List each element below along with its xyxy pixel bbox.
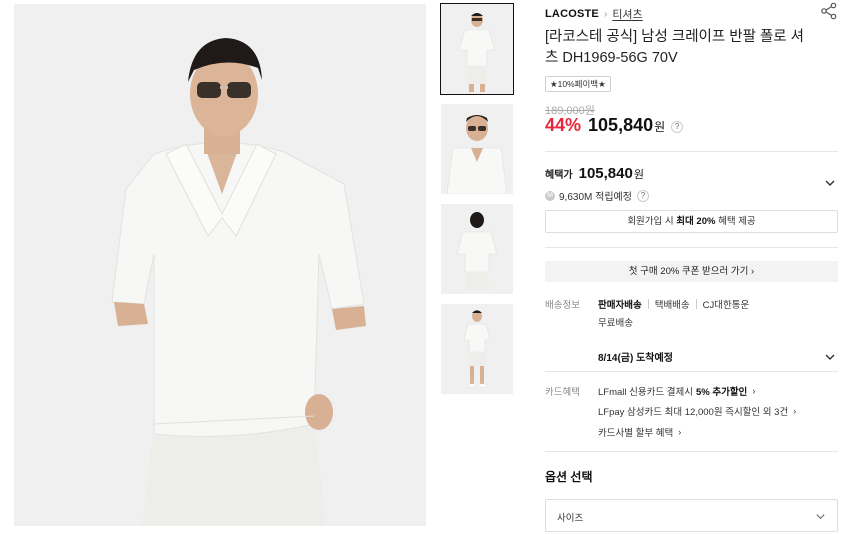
card-benefit-highlight: 5% 추가할인 xyxy=(695,387,748,398)
thumbnail-image xyxy=(441,104,513,194)
arrival-estimate: 8/14(금) 도착예정 xyxy=(598,353,673,364)
seller-shipping: 판매자배송 xyxy=(598,300,642,311)
benefit-expand-button[interactable] xyxy=(824,176,836,188)
divider xyxy=(545,451,838,452)
option-select-title: 옵션 선택 xyxy=(545,470,593,484)
thumbnail-image xyxy=(441,204,513,294)
share-button[interactable] xyxy=(820,2,838,20)
chevron-down-icon xyxy=(825,180,835,186)
arrival-expand-button[interactable] xyxy=(824,350,836,362)
shipping-carrier: CJ대한통운 xyxy=(702,300,750,311)
benefit-label: 혜택가 xyxy=(545,170,573,181)
product-main-image[interactable] xyxy=(14,4,426,526)
membership-benefit-box[interactable]: 회원가입 시 최대 20% 혜택 제공 xyxy=(545,210,838,233)
breadcrumb-separator: › xyxy=(603,8,608,20)
membership-prefix: 회원가입 시 xyxy=(627,216,677,227)
benefit-currency: 원 xyxy=(633,169,644,181)
model-photo xyxy=(14,4,426,526)
points-help-icon[interactable]: ? xyxy=(636,189,649,202)
size-select-label: 사이즈 xyxy=(557,513,584,524)
shipping-label: 배송정보 xyxy=(545,300,580,311)
share-icon xyxy=(821,2,837,20)
card-benefit-label: 카드혜택 xyxy=(545,387,580,398)
thumbnail-image xyxy=(441,304,513,394)
mileage-icon: M xyxy=(545,190,555,201)
card-benefit-lfmall[interactable]: LFmall 신용카드 결제시 5% 추가할인 › xyxy=(598,384,755,398)
card-benefit-lfpay[interactable]: LFpay 삼성카드 최대 12,000원 즉시할인 외 3건 › xyxy=(598,404,796,418)
first-purchase-coupon-button[interactable]: 첫 구매 20% 쿠폰 받으러 가기 › xyxy=(545,261,838,282)
brand-link[interactable]: LACOSTE xyxy=(545,8,599,20)
product-title: [라코스테 공식] 남성 크레이프 반팔 폴로 셔츠 DH1969-56G 70… xyxy=(545,29,805,66)
thumbnail-full-outfit[interactable] xyxy=(441,304,513,394)
chevron-down-icon xyxy=(825,354,835,360)
chevron-right-icon: › xyxy=(678,427,682,437)
price-row: 44% 105,840 원 ? xyxy=(545,115,684,136)
card-benefit-text: LFpay 삼성카드 최대 12,000원 즉시할인 외 3건 xyxy=(598,407,789,418)
membership-suffix: 혜택 제공 xyxy=(715,216,756,227)
divider xyxy=(545,247,838,248)
thumbnail-close-up[interactable] xyxy=(441,104,513,194)
shipping-fee: 무료배송 xyxy=(598,318,633,329)
product-info-panel: LACOSTE › 티셔츠 [라코스테 공식] 남성 크레이프 반팔 폴로 셔츠… xyxy=(545,0,838,534)
category-link[interactable]: 티셔츠 xyxy=(612,6,642,22)
price-help-icon[interactable]: ? xyxy=(671,121,684,133)
discount-rate: 44% xyxy=(545,115,582,135)
points-row: M 9,630M 적립예정 ? xyxy=(545,188,649,203)
size-select[interactable]: 사이즈 xyxy=(545,499,838,532)
divider xyxy=(695,299,697,309)
shipping-method: 택배배송 xyxy=(654,300,690,311)
card-benefit-text: 카드사별 할부 혜택 xyxy=(598,428,674,439)
thumbnail-back-view[interactable] xyxy=(441,204,513,294)
card-benefit-installment[interactable]: 카드사별 할부 혜택 › xyxy=(598,425,681,439)
divider xyxy=(545,371,838,372)
currency-unit: 원 xyxy=(654,120,666,134)
benefit-price: 105,840 xyxy=(578,165,633,182)
shipping-info: 판매자배송 택배배송 CJ대한통운 xyxy=(598,297,749,311)
sale-price: 105,840 xyxy=(588,115,654,135)
divider xyxy=(545,151,838,152)
thumbnail-image xyxy=(441,4,513,94)
breadcrumb: LACOSTE › 티셔츠 xyxy=(545,6,643,22)
card-benefit-text: LFmall 신용카드 결제시 xyxy=(598,387,693,398)
divider xyxy=(647,299,649,309)
promo-badge: ★10%페이백★ xyxy=(545,76,611,92)
thumbnail-front-full[interactable] xyxy=(440,3,514,95)
membership-highlight: 최대 20% xyxy=(676,216,716,227)
points-text: 9,630M 적립예정 xyxy=(559,192,632,203)
chevron-right-icon: › xyxy=(793,406,797,416)
chevron-down-icon xyxy=(816,514,825,520)
chevron-right-icon: › xyxy=(752,386,756,396)
benefit-price-row: 혜택가 105,840 원 xyxy=(545,165,644,182)
